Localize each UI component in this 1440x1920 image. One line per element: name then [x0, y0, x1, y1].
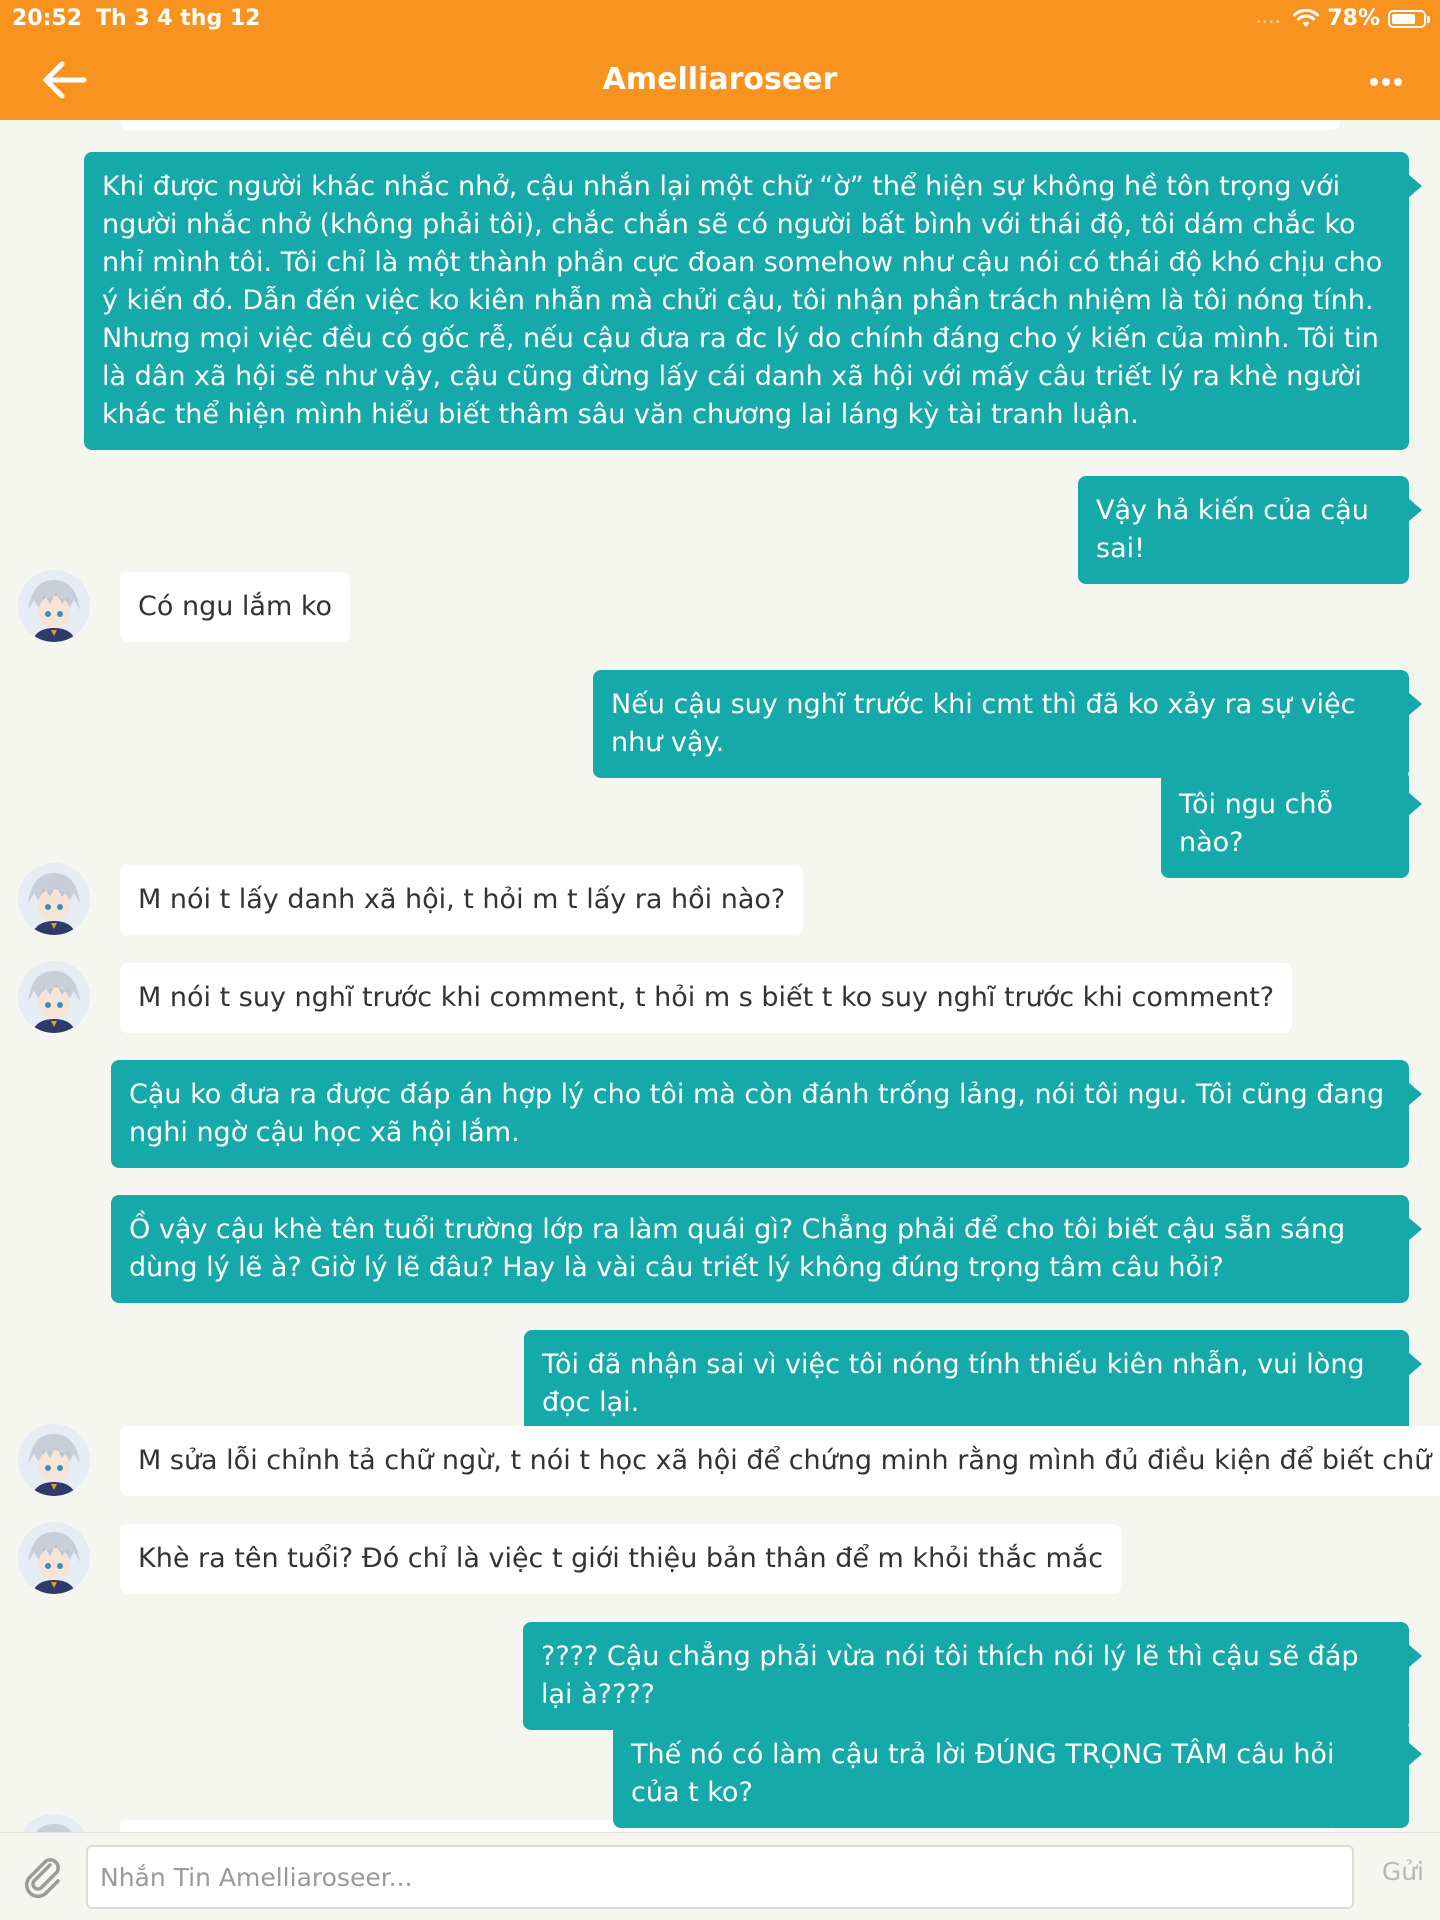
outgoing-message[interactable]: Tôi đã nhận sai vì việc tôi nóng tính th…: [524, 1330, 1422, 1438]
incoming-message[interactable]: M nói t lấy danh xã hội, t hỏi m t lấy r…: [120, 865, 804, 935]
send-button[interactable]: Gửi: [1382, 1857, 1424, 1886]
message-input[interactable]: [86, 1845, 1354, 1909]
chat-title[interactable]: Amelliaroseer: [0, 62, 1440, 97]
wifi-icon: [1293, 8, 1320, 27]
anime-avatar-art: [18, 961, 90, 1033]
avatar[interactable]: [18, 570, 90, 642]
avatar[interactable]: [18, 863, 90, 935]
outgoing-message[interactable]: Cậu ko đưa ra được đáp án hợp lý cho tôi…: [111, 1060, 1422, 1168]
signal-icon: ....: [1256, 10, 1282, 27]
incoming-message[interactable]: M sửa lỗi chỉnh tả chữ ngừ, t nói t học …: [120, 1426, 1440, 1496]
chat-screen: 20:52 Th 3 4 thg 12 .... 78% Amelliarose…: [0, 0, 1440, 1920]
anime-avatar-art: [18, 570, 90, 642]
incoming-message[interactable]: M nói t suy nghĩ trước khi comment, t hỏ…: [120, 963, 1293, 1033]
message-list[interactable]: Khi được người khác nhắc nhở, cậu nhắn l…: [0, 120, 1440, 1832]
avatar[interactable]: [18, 1424, 90, 1496]
more-dots-icon: [1370, 78, 1402, 86]
incoming-message[interactable]: Có ngu lắm ko: [120, 572, 351, 642]
paperclip-icon: [24, 1858, 60, 1899]
anime-avatar-art: [18, 1522, 90, 1594]
app-header-bar: 20:52 Th 3 4 thg 12 .... 78% Amelliarose…: [0, 0, 1440, 120]
incoming-message[interactable]: Khè ra tên tuổi? Đó chỉ là việc t giới t…: [120, 1524, 1122, 1594]
partial-message-bubble: [120, 120, 1340, 130]
avatar[interactable]: [18, 961, 90, 1033]
outgoing-message[interactable]: Nếu cậu suy nghĩ trước khi cmt thì đã ko…: [593, 670, 1422, 778]
status-time: 20:52: [12, 6, 83, 31]
status-right-group: .... 78%: [1256, 6, 1430, 31]
outgoing-message[interactable]: Thế nó có làm cậu trả lời ĐÚNG TRỌNG TÂM…: [613, 1720, 1422, 1828]
battery-level: [1392, 13, 1415, 24]
outgoing-message[interactable]: Vậy hả kiến của cậu sai!: [1078, 476, 1422, 584]
status-bar: 20:52 Th 3 4 thg 12 .... 78%: [0, 0, 1440, 40]
anime-avatar-art: [18, 1424, 90, 1496]
composer-bar: Gửi: [0, 1832, 1440, 1920]
avatar[interactable]: [18, 1814, 90, 1832]
status-date: Th 3 4 thg 12: [96, 6, 261, 31]
outgoing-message[interactable]: Ồ vậy cậu khè tên tuổi trường lớp ra làm…: [111, 1195, 1422, 1303]
outgoing-message[interactable]: ???? Cậu chẳng phải vừa nói tôi thích nó…: [523, 1622, 1422, 1730]
outgoing-message[interactable]: Tôi ngu chỗ nào?: [1161, 770, 1422, 878]
battery-percent: 78%: [1327, 6, 1380, 31]
avatar[interactable]: [18, 1522, 90, 1594]
outgoing-message[interactable]: Khi được người khác nhắc nhở, cậu nhắn l…: [84, 152, 1422, 450]
more-options-button[interactable]: [1356, 58, 1416, 102]
attach-button[interactable]: [20, 1853, 68, 1901]
anime-avatar-art: [18, 863, 90, 935]
anime-avatar-art: [18, 1814, 90, 1832]
chat-header: Amelliaroseer: [0, 40, 1440, 120]
battery-icon: [1388, 9, 1430, 28]
